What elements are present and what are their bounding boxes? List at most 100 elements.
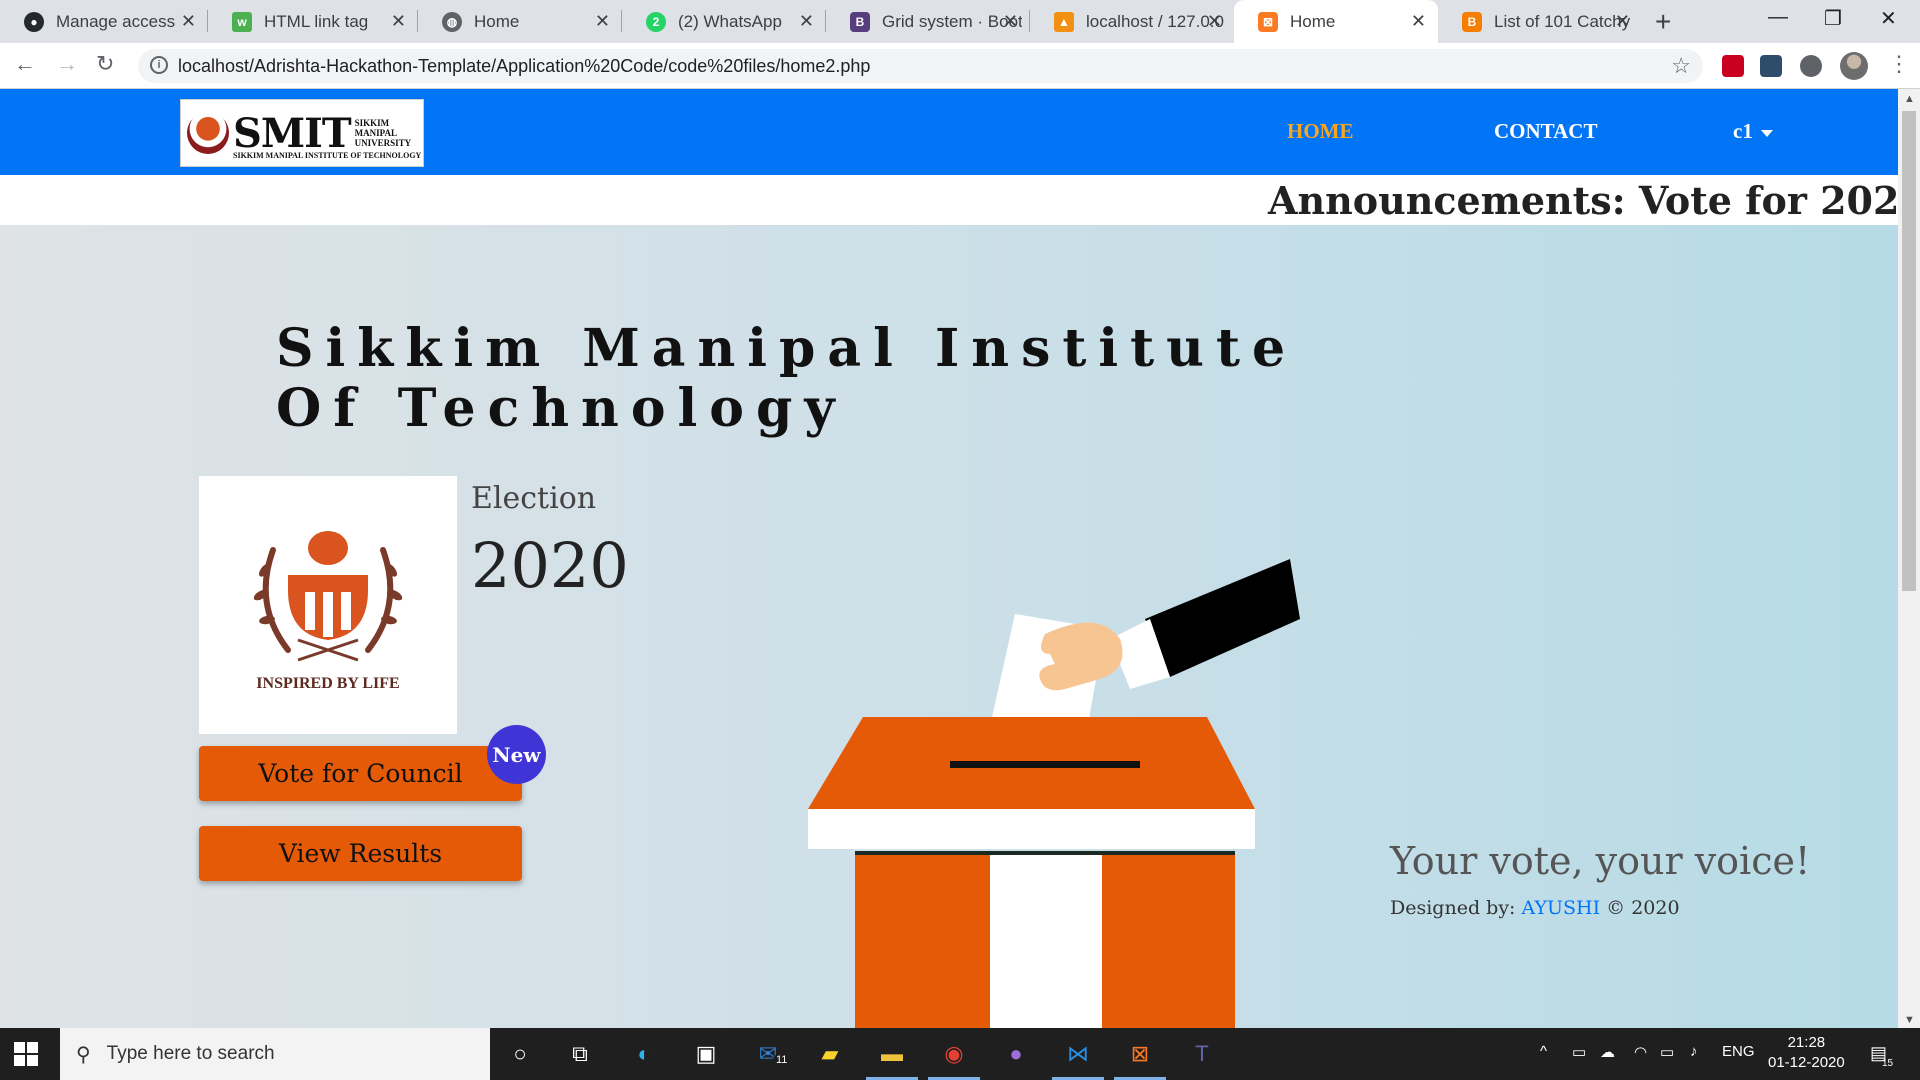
taskbar-search-box[interactable]: ⚲ Type here to search [60,1028,490,1080]
browser-tab-strip: ● Manage access ✕ w HTML link tag ✕ ◍ Ho… [0,0,1920,43]
teams-icon[interactable]: T [1184,1036,1220,1072]
tab-label: Home [1290,11,1336,31]
scroll-down-icon[interactable]: ▼ [1904,1014,1915,1026]
site-navbar: SMIT SIKKIM MANIPAL UNIVERSITY SIKKIM MA… [0,89,1898,175]
smit-logo[interactable]: SMIT SIKKIM MANIPAL UNIVERSITY SIKKIM MA… [180,99,424,167]
xampp-icon[interactable]: ⊠ [1122,1036,1158,1072]
author-link[interactable]: AYUSHI [1522,897,1601,919]
close-icon[interactable]: ✕ [1003,11,1018,32]
show-hidden-icons-icon[interactable]: ^ [1540,1043,1547,1060]
close-icon[interactable]: ✕ [595,11,610,32]
credit-prefix: Designed by: [1390,897,1516,919]
tab-label: Home [474,11,520,31]
election-label: Election [471,481,597,516]
credit-suffix: © 2020 [1606,897,1680,919]
close-icon[interactable]: ✕ [391,11,406,32]
logo-main-text: SMIT [233,109,352,157]
w3schools-icon: w [232,11,252,32]
address-bar[interactable]: i localhost/Adrishta-Hackathon-Template/… [138,49,1703,83]
election-year: 2020 [471,529,629,602]
minimize-icon[interactable]: — [1768,6,1788,29]
designer-credit: Designed by: AYUSHI © 2020 [1390,897,1680,919]
puzzle-extensions-icon[interactable] [1800,55,1822,77]
tagline: Your vote, your voice! [1390,839,1811,883]
volume-icon[interactable]: ♪ [1690,1043,1698,1060]
task-view-icon[interactable]: ⧉ [562,1036,598,1072]
store-icon[interactable]: ▣ [688,1036,724,1072]
ballot-box-rim [808,809,1255,849]
nav-home-link[interactable]: HOME [1287,119,1354,144]
tab-html-link-tag[interactable]: w HTML link tag ✕ [208,0,418,43]
reload-icon[interactable]: ↻ [96,51,114,77]
github-desktop-icon[interactable]: ● [998,1036,1034,1072]
tab-whatsapp[interactable]: 2 (2) WhatsApp ✕ [622,0,826,43]
view-results-button[interactable]: View Results [199,826,522,881]
nav-contact-link[interactable]: CONTACT [1494,119,1597,144]
sticky-notes-icon[interactable]: ▰ [812,1036,848,1072]
ballot-box-body-right [1102,855,1235,1028]
back-icon[interactable]: ← [14,51,36,77]
hand-shape [1039,622,1123,691]
chrome-menu-icon[interactable]: ⋮ [1888,51,1910,77]
forward-icon[interactable]: → [56,51,78,77]
browser-toolbar: ← → ↻ i localhost/Adrishta-Hackathon-Tem… [0,43,1920,89]
ballot-slot [950,761,1140,768]
close-icon[interactable]: ✕ [1615,11,1630,32]
close-icon[interactable]: ✕ [181,11,196,32]
search-placeholder: Type here to search [106,1043,275,1064]
tab-catchy-list[interactable]: B List of 101 Catchy ✕ [1438,0,1642,43]
emblem-motto: INSPIRED BY LIFE [256,675,399,692]
globe-icon: ◍ [442,11,462,32]
logo-univ-line: MANIPAL [354,128,397,138]
scrollbar-thumb[interactable] [1902,111,1916,591]
logo-emblem-icon [187,112,229,154]
sleeve-shape [1145,559,1300,677]
tab-home-active[interactable]: ⊠ Home ✕ [1234,0,1438,43]
new-tab-icon[interactable]: + [1655,6,1671,38]
tab-label: Grid system · Boot [882,11,1022,31]
tab-bootstrap-grid[interactable]: B Grid system · Boot ✕ [826,0,1030,43]
news-extension-icon[interactable] [1760,55,1782,77]
close-icon[interactable]: ✕ [1207,11,1222,32]
tab-home[interactable]: ◍ Home ✕ [418,0,622,43]
edge-icon[interactable]: ◐ [626,1036,662,1072]
close-window-icon[interactable]: ✕ [1880,6,1897,31]
search-icon: ⚲ [76,1043,91,1066]
scroll-up-icon[interactable]: ▲ [1904,93,1915,105]
phpmyadmin-icon: ▲ [1054,11,1074,32]
windows-start-icon[interactable] [14,1042,38,1066]
ballot-box-edge [855,851,1235,855]
restore-icon[interactable]: ❐ [1824,6,1842,31]
tab-label: Manage access [56,11,176,31]
cortana-icon[interactable]: ○ [502,1036,538,1072]
user-dropdown[interactable]: c1 [1733,119,1773,144]
pocket-extension-icon[interactable] [1722,55,1744,77]
xampp-icon: ⊠ [1258,11,1278,32]
profile-avatar[interactable] [1840,52,1868,80]
battery-icon[interactable]: ▭ [1660,1043,1674,1061]
meet-now-icon[interactable]: ▭ [1572,1043,1586,1061]
vscode-icon[interactable]: ⋈ [1060,1036,1096,1072]
file-explorer-icon[interactable]: ▬ [874,1036,910,1072]
whatsapp-icon: 2 [646,11,666,32]
bookmark-star-icon[interactable]: ☆ [1671,53,1691,79]
info-icon[interactable]: i [150,56,168,74]
clock[interactable]: 21:28 01-12-2020 [1768,1033,1845,1073]
ballot-box-body-left [855,855,990,1028]
chrome-icon[interactable]: ◉ [936,1036,972,1072]
onedrive-icon[interactable]: ☁ [1600,1043,1615,1061]
mail-count-badge: 11 [773,1054,791,1066]
vote-for-council-button[interactable]: Vote for Council [199,746,522,801]
page-title: Sikkim Manipal Institute Of Technology [276,318,1298,439]
blogger-icon: B [1462,11,1482,32]
tab-manage-access[interactable]: ● Manage access ✕ [0,0,208,43]
url-text[interactable]: localhost/Adrishta-Hackathon-Template/Ap… [178,56,870,77]
github-icon: ● [24,11,44,32]
page-scrollbar[interactable]: ▲ ▼ [1898,89,1920,1028]
close-icon[interactable]: ✕ [799,11,814,32]
wifi-icon[interactable]: ◠ [1634,1043,1647,1061]
language-indicator[interactable]: ENG [1722,1043,1755,1060]
tab-phpmyadmin[interactable]: ▲ localhost / 127.0.0 ✕ [1030,0,1234,43]
notification-count: 15 [1882,1058,1894,1069]
close-icon[interactable]: ✕ [1411,11,1426,32]
